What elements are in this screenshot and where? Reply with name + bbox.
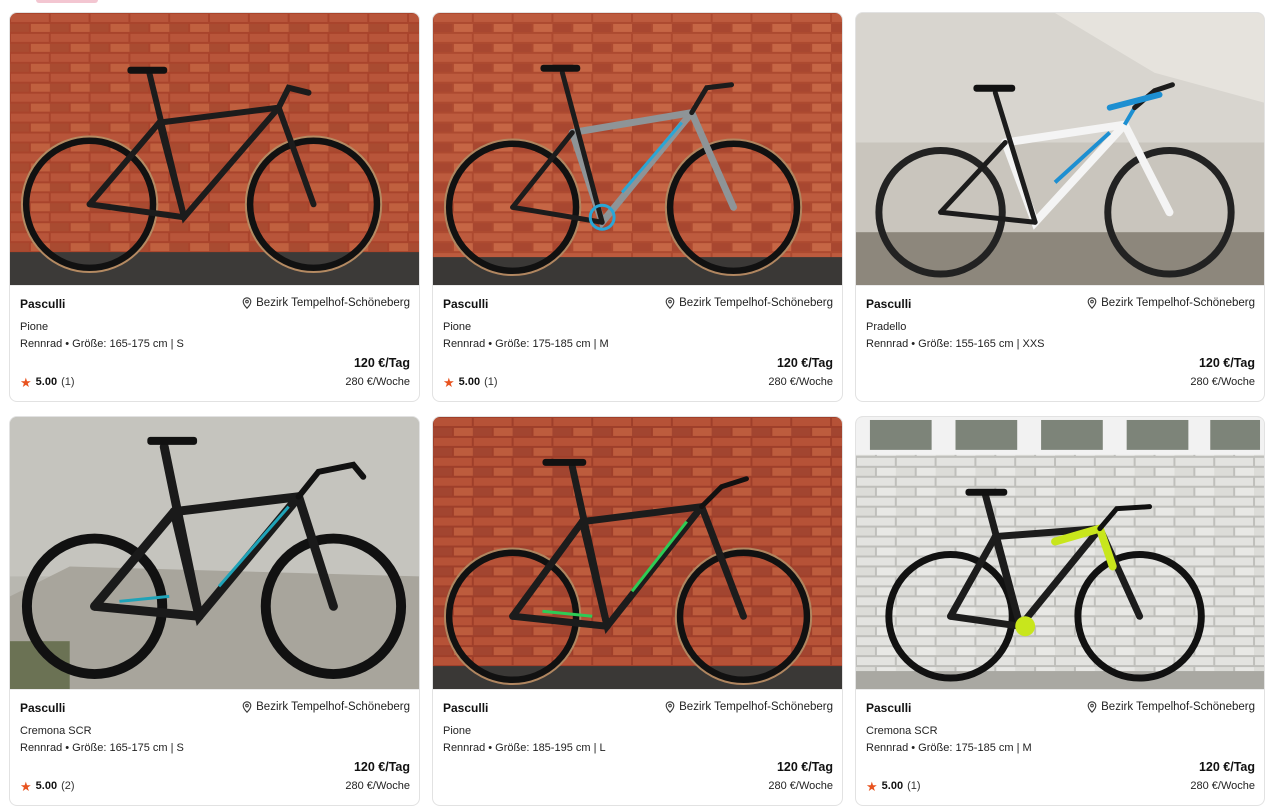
price-per-day: 120 €/Tag <box>353 760 410 774</box>
price-per-week: 280 €/Woche <box>768 780 833 792</box>
bike-photo <box>856 417 1264 690</box>
map-pin-icon <box>242 701 252 713</box>
price-per-day: 120 €/Tag <box>353 356 410 370</box>
price-per-week: 280 €/Woche <box>1190 780 1255 792</box>
star-icon: ★ <box>866 778 878 794</box>
price-per-day: 120 €/Tag <box>1198 356 1255 370</box>
brand-name: Pasculli <box>443 701 489 715</box>
top-accent <box>36 0 98 3</box>
brand-name: Pasculli <box>20 297 66 311</box>
location-text: Bezirk Tempelhof-Schöneberg <box>256 297 410 309</box>
location-text: Bezirk Tempelhof-Schöneberg <box>679 297 833 309</box>
location: Bezirk Tempelhof-Schöneberg <box>1087 701 1255 713</box>
map-pin-icon <box>1087 297 1097 309</box>
brand-name: Pasculli <box>20 701 66 715</box>
location-text: Bezirk Tempelhof-Schöneberg <box>679 701 833 713</box>
location: Bezirk Tempelhof-Schöneberg <box>1087 297 1255 309</box>
location: Bezirk Tempelhof-Schöneberg <box>242 701 410 713</box>
bike-spec: Rennrad • Größe: 165-175 cm | S <box>20 742 184 754</box>
rating: ★ 5.00 (2) <box>20 778 75 794</box>
star-icon: ★ <box>20 778 32 794</box>
model-name: Cremona SCR <box>20 725 92 737</box>
price-per-day: 120 €/Tag <box>776 356 833 370</box>
rating-count: (1) <box>61 376 75 388</box>
bike-photo <box>10 417 419 690</box>
model-name: Pione <box>443 725 472 737</box>
location-text: Bezirk Tempelhof-Schöneberg <box>1101 701 1255 713</box>
listing-card[interactable]: Pasculli Bezirk Tempelhof-Schöneberg Pio… <box>432 416 843 806</box>
brand-name: Pasculli <box>443 297 489 311</box>
rating-count: (2) <box>61 780 75 792</box>
rating-count: (1) <box>484 376 498 388</box>
model-name: Cremona SCR <box>866 725 938 737</box>
bike-spec: Rennrad • Größe: 165-175 cm | S <box>20 338 184 350</box>
listing-card[interactable]: Pasculli Bezirk Tempelhof-Schöneberg Cre… <box>9 416 420 806</box>
listing-card[interactable]: Pasculli Bezirk Tempelhof-Schöneberg Pio… <box>432 12 843 402</box>
model-name: Pione <box>20 321 49 333</box>
model-name: Pradello <box>866 321 907 333</box>
rating-count: (1) <box>907 780 921 792</box>
location: Bezirk Tempelhof-Schöneberg <box>665 701 833 713</box>
location: Bezirk Tempelhof-Schöneberg <box>665 297 833 309</box>
bike-photo <box>856 13 1264 286</box>
bike-spec: Rennrad • Größe: 175-185 cm | M <box>866 742 1032 754</box>
price-per-day: 120 €/Tag <box>1198 760 1255 774</box>
rating-score: 5.00 <box>35 780 58 792</box>
model-name: Pione <box>443 321 472 333</box>
price-per-week: 280 €/Woche <box>345 780 410 792</box>
bike-photo <box>10 13 419 286</box>
bike-spec: Rennrad • Größe: 155-165 cm | XXS <box>866 338 1045 350</box>
price-per-day: 120 €/Tag <box>776 760 833 774</box>
brand-name: Pasculli <box>866 297 912 311</box>
rating: ★ 5.00 (1) <box>443 374 498 390</box>
map-pin-icon <box>665 701 675 713</box>
listing-card[interactable]: Pasculli Bezirk Tempelhof-Schöneberg Pra… <box>855 12 1265 402</box>
bike-photo <box>433 417 842 690</box>
map-pin-icon <box>242 297 252 309</box>
bike-spec: Rennrad • Größe: 185-195 cm | L <box>443 742 606 754</box>
price-per-week: 280 €/Woche <box>345 376 410 388</box>
rating-score: 5.00 <box>881 780 904 792</box>
map-pin-icon <box>665 297 675 309</box>
bike-photo <box>433 13 842 286</box>
location: Bezirk Tempelhof-Schöneberg <box>242 297 410 309</box>
rating: ★ 5.00 (1) <box>866 778 921 794</box>
brand-name: Pasculli <box>866 701 912 715</box>
price-per-week: 280 €/Woche <box>768 376 833 388</box>
rating-score: 5.00 <box>35 376 58 388</box>
map-pin-icon <box>1087 701 1097 713</box>
listing-card[interactable]: Pasculli Bezirk Tempelhof-Schöneberg Pio… <box>9 12 420 402</box>
listing-grid: Pasculli Bezirk Tempelhof-Schöneberg Pio… <box>9 12 1265 806</box>
rating: ★ 5.00 (1) <box>20 374 75 390</box>
star-icon: ★ <box>443 374 455 390</box>
bike-spec: Rennrad • Größe: 175-185 cm | M <box>443 338 609 350</box>
location-text: Bezirk Tempelhof-Schöneberg <box>256 701 410 713</box>
listing-card[interactable]: Pasculli Bezirk Tempelhof-Schöneberg Cre… <box>855 416 1265 806</box>
rating-score: 5.00 <box>458 376 481 388</box>
price-per-week: 280 €/Woche <box>1190 376 1255 388</box>
star-icon: ★ <box>20 374 32 390</box>
location-text: Bezirk Tempelhof-Schöneberg <box>1101 297 1255 309</box>
